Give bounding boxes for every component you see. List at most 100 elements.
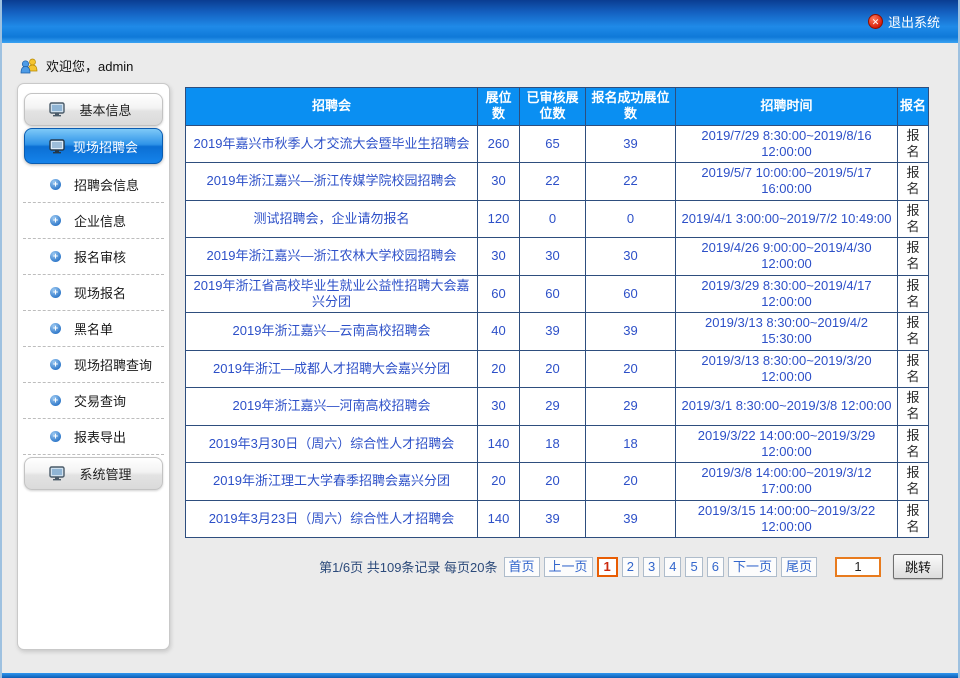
app-window: ✕ 退出系统 欢迎您，admin 基本信息 bbox=[0, 0, 960, 678]
apply-link[interactable]: 报名 bbox=[906, 315, 919, 346]
booth-count-cell: 20 bbox=[478, 463, 520, 501]
table-row: 2019年嘉兴市秋季人才交流大会暨毕业生招聘会 260 65 39 2019/7… bbox=[186, 125, 929, 163]
fair-time-cell: 2019/3/8 14:00:00~2019/3/12 17:00:00 bbox=[676, 463, 898, 501]
approved-count-cell: 60 bbox=[520, 275, 586, 313]
table-row: 2019年3月30日（周六）综合性人才招聘会 140 18 18 2019/3/… bbox=[186, 425, 929, 463]
fair-name-link[interactable]: 2019年浙江省高校毕业生就业公益性招聘大会嘉兴分团 bbox=[194, 278, 470, 309]
apply-link[interactable]: 报名 bbox=[906, 428, 919, 459]
logout-button[interactable]: ✕ 退出系统 bbox=[868, 12, 940, 31]
table-header-row: 招聘会 展位数 已审核展位数 报名成功展位数 招聘时间 报名 bbox=[186, 88, 929, 126]
plus-circle-icon bbox=[50, 215, 61, 226]
success-count-cell: 39 bbox=[586, 125, 676, 163]
first-page-button[interactable]: 首页 bbox=[504, 557, 540, 577]
booth-count-cell: 60 bbox=[478, 275, 520, 313]
welcome-text: 欢迎您，admin bbox=[46, 56, 133, 75]
sidebar-item-system-mgmt[interactable]: 系统管理 bbox=[24, 457, 163, 490]
col-success-count: 报名成功展位数 bbox=[586, 88, 676, 126]
sidebar: 基本信息 现场招聘会 招聘会信息 企业信息 报名审核 现场报名 黑名单 bbox=[17, 83, 170, 650]
table-row: 2019年浙江嘉兴—浙江农林大学校园招聘会 30 30 30 2019/4/26… bbox=[186, 238, 929, 276]
job-fairs-table: 招聘会 展位数 已审核展位数 报名成功展位数 招聘时间 报名 2019年嘉兴市秋… bbox=[185, 87, 929, 538]
page-number-button[interactable]: 6 bbox=[707, 557, 724, 577]
col-approved-count: 已审核展位数 bbox=[520, 88, 586, 126]
submenu-item-label: 企业信息 bbox=[74, 211, 126, 230]
page-number-button[interactable]: 5 bbox=[685, 557, 702, 577]
apply-link[interactable]: 报名 bbox=[906, 503, 919, 534]
page-number-list: 123456 bbox=[597, 557, 724, 577]
sidebar-item-label: 现场招聘会 bbox=[67, 137, 162, 156]
table-body: 2019年嘉兴市秋季人才交流大会暨毕业生招聘会 260 65 39 2019/7… bbox=[186, 125, 929, 538]
apply-link[interactable]: 报名 bbox=[906, 353, 919, 384]
plus-circle-icon bbox=[50, 359, 61, 370]
sidebar-submenu-item[interactable]: 报名审核 bbox=[23, 239, 164, 275]
fair-name-link[interactable]: 2019年浙江嘉兴—云南高校招聘会 bbox=[233, 323, 431, 338]
fair-time-cell: 2019/3/1 8:30:00~2019/3/8 12:00:00 bbox=[676, 388, 898, 426]
table-row: 2019年浙江嘉兴—云南高校招聘会 40 39 39 2019/3/13 8:3… bbox=[186, 313, 929, 351]
fair-time-cell: 2019/3/29 8:30:00~2019/4/17 12:00:00 bbox=[676, 275, 898, 313]
sidebar-item-onsite-fair-active[interactable]: 现场招聘会 bbox=[24, 128, 163, 164]
booth-count-cell: 140 bbox=[478, 425, 520, 463]
fair-name-link[interactable]: 2019年浙江理工大学春季招聘会嘉兴分团 bbox=[213, 473, 450, 488]
sidebar-submenu-item[interactable]: 报表导出 bbox=[23, 419, 164, 455]
fair-name-link[interactable]: 2019年嘉兴市秋季人才交流大会暨毕业生招聘会 bbox=[194, 136, 470, 151]
sidebar-submenu-item[interactable]: 现场招聘查询 bbox=[23, 347, 164, 383]
users-icon bbox=[20, 58, 39, 74]
fair-name-link[interactable]: 2019年浙江—成都人才招聘大会嘉兴分团 bbox=[213, 361, 450, 376]
page-number-button[interactable]: 4 bbox=[664, 557, 681, 577]
prev-page-button[interactable]: 上一页 bbox=[544, 557, 593, 577]
success-count-cell: 20 bbox=[586, 350, 676, 388]
apply-link[interactable]: 报名 bbox=[906, 390, 919, 421]
sidebar-submenu-item[interactable]: 交易查询 bbox=[23, 383, 164, 419]
sidebar-item-label: 系统管理 bbox=[67, 464, 162, 483]
approved-count-cell: 29 bbox=[520, 388, 586, 426]
jump-button[interactable]: 跳转 bbox=[893, 554, 943, 579]
booth-count-cell: 30 bbox=[478, 238, 520, 276]
fair-name-link[interactable]: 2019年3月30日（周六）综合性人才招聘会 bbox=[209, 436, 455, 451]
sidebar-submenu-item[interactable]: 招聘会信息 bbox=[23, 167, 164, 203]
pagination-summary: 第1/6页 共109条记录 每页20条 bbox=[319, 557, 497, 576]
page-number-button[interactable]: 1 bbox=[597, 557, 618, 577]
plus-circle-icon bbox=[50, 395, 61, 406]
apply-link[interactable]: 报名 bbox=[906, 128, 919, 159]
sidebar-submenu-item[interactable]: 企业信息 bbox=[23, 203, 164, 239]
apply-link[interactable]: 报名 bbox=[906, 203, 919, 234]
logout-label: 退出系统 bbox=[888, 12, 940, 31]
col-booth-count: 展位数 bbox=[478, 88, 520, 126]
sidebar-submenu: 招聘会信息 企业信息 报名审核 现场报名 黑名单 现场招聘查询 交易查询 报表导… bbox=[23, 167, 164, 455]
submenu-item-label: 报表导出 bbox=[74, 427, 126, 446]
table-row: 2019年浙江嘉兴—河南高校招聘会 30 29 29 2019/3/1 8:30… bbox=[186, 388, 929, 426]
plus-circle-icon bbox=[50, 323, 61, 334]
success-count-cell: 20 bbox=[586, 463, 676, 501]
apply-link[interactable]: 报名 bbox=[906, 165, 919, 196]
apply-link[interactable]: 报名 bbox=[906, 465, 919, 496]
fair-name-link[interactable]: 2019年浙江嘉兴—浙江传媒学院校园招聘会 bbox=[207, 173, 457, 188]
plus-circle-icon bbox=[50, 287, 61, 298]
fair-name-link[interactable]: 测试招聘会，企业请勿报名 bbox=[253, 211, 409, 226]
sidebar-item-basic-info[interactable]: 基本信息 bbox=[24, 93, 163, 126]
last-page-button[interactable]: 尾页 bbox=[781, 557, 817, 577]
logout-x-icon: ✕ bbox=[868, 14, 883, 29]
col-time: 招聘时间 bbox=[676, 88, 898, 126]
fair-name-link[interactable]: 2019年浙江嘉兴—浙江农林大学校园招聘会 bbox=[207, 248, 457, 263]
jump-page-input[interactable] bbox=[835, 557, 881, 577]
apply-link[interactable]: 报名 bbox=[906, 240, 919, 271]
page-number-button[interactable]: 3 bbox=[643, 557, 660, 577]
fair-time-cell: 2019/4/26 9:00:00~2019/4/30 12:00:00 bbox=[676, 238, 898, 276]
fair-name-link[interactable]: 2019年3月23日（周六）综合性人才招聘会 bbox=[209, 511, 455, 526]
fair-time-cell: 2019/7/29 8:30:00~2019/8/16 12:00:00 bbox=[676, 125, 898, 163]
fair-name-link[interactable]: 2019年浙江嘉兴—河南高校招聘会 bbox=[233, 398, 431, 413]
table-row: 2019年浙江—成都人才招聘大会嘉兴分团 20 20 20 2019/3/13 … bbox=[186, 350, 929, 388]
monitor-icon bbox=[49, 466, 67, 481]
sidebar-submenu-item[interactable]: 黑名单 bbox=[23, 311, 164, 347]
monitor-icon bbox=[49, 139, 67, 154]
approved-count-cell: 18 bbox=[520, 425, 586, 463]
next-page-button[interactable]: 下一页 bbox=[728, 557, 777, 577]
plus-circle-icon bbox=[50, 431, 61, 442]
success-count-cell: 60 bbox=[586, 275, 676, 313]
sidebar-submenu-item[interactable]: 现场报名 bbox=[23, 275, 164, 311]
submenu-item-label: 招聘会信息 bbox=[74, 175, 139, 194]
apply-link[interactable]: 报名 bbox=[906, 278, 919, 309]
fair-time-cell: 2019/5/7 10:00:00~2019/5/17 16:00:00 bbox=[676, 163, 898, 201]
main-content: 招聘会 展位数 已审核展位数 报名成功展位数 招聘时间 报名 2019年嘉兴市秋… bbox=[170, 83, 943, 579]
page-number-button[interactable]: 2 bbox=[622, 557, 639, 577]
booth-count-cell: 30 bbox=[478, 163, 520, 201]
